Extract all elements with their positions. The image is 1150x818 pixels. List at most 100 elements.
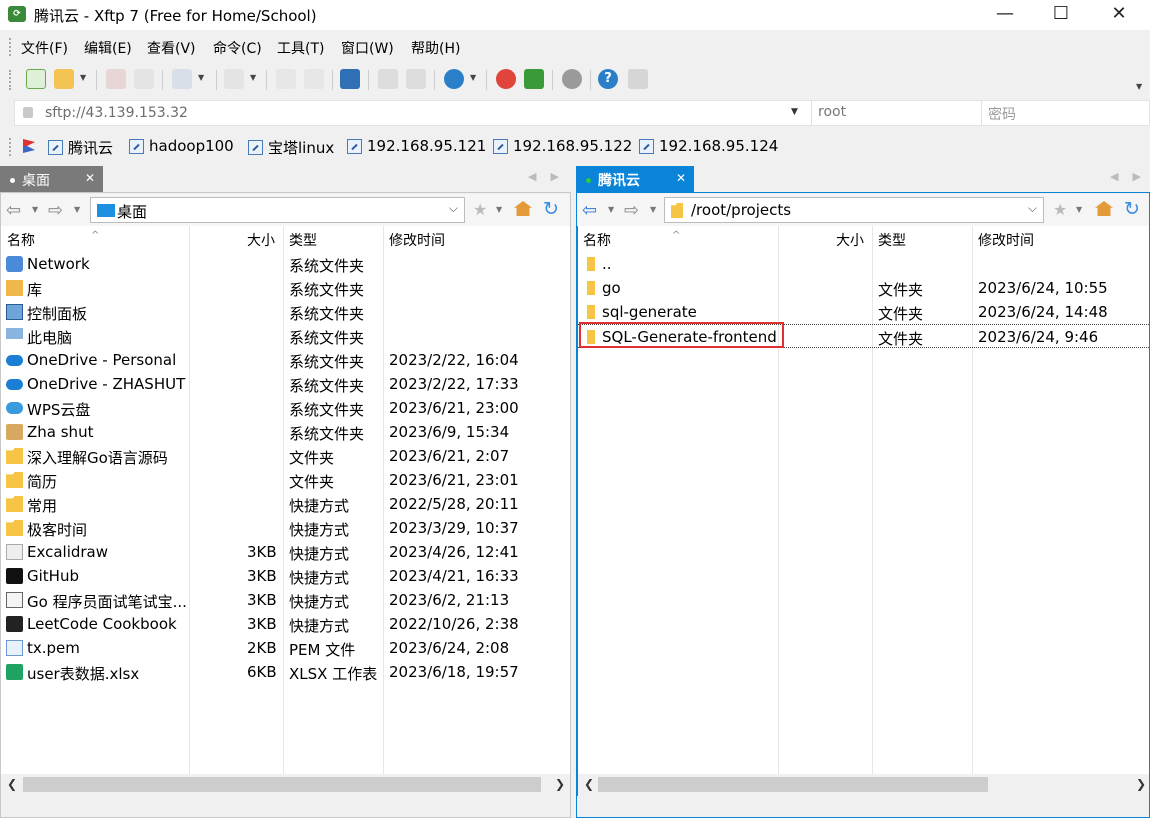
table-row[interactable]: OneDrive - ZHASHUT 系统文件夹 2023/2/22, 17:33 <box>1 372 570 396</box>
gear-icon[interactable] <box>562 69 582 89</box>
home-icon[interactable] <box>1095 201 1113 216</box>
maximize-button[interactable]: ☐ <box>1038 0 1084 30</box>
log-icon[interactable] <box>406 69 426 89</box>
tab-local-desktop[interactable]: 桌面 ✕ <box>0 166 103 192</box>
new-session-icon[interactable] <box>26 69 46 89</box>
table-row[interactable]: OneDrive - Personal 系统文件夹 2023/2/22, 16:04 <box>1 348 570 372</box>
table-row[interactable]: Zha shut 系统文件夹 2023/6/9, 15:34 <box>1 420 570 444</box>
table-row[interactable]: 常用 快捷方式 2022/5/28, 20:11 <box>1 492 570 516</box>
favorite-dropdown-icon[interactable]: ▼ <box>1076 205 1082 214</box>
tab-remote-tencent[interactable]: 腾讯云 ✕ <box>576 166 694 192</box>
col-name-header[interactable]: 名称 <box>583 230 611 250</box>
remote-horizontal-scrollbar[interactable]: ❮ ❯ <box>578 774 1149 796</box>
favorite-star-icon[interactable]: ★ <box>473 200 487 219</box>
table-row[interactable]: 深入理解Go语言源码 文件夹 2023/6/21, 2:07 <box>1 444 570 468</box>
forward-icon[interactable]: ⇨ <box>48 200 63 221</box>
table-row[interactable]: tx.pem 2KB PEM 文件 2023/6/24, 2:08 <box>1 636 570 660</box>
close-tab-icon[interactable]: ✕ <box>676 171 686 185</box>
col-size-header[interactable]: 大小 <box>247 230 275 250</box>
scroll-right-icon[interactable]: ❯ <box>555 777 565 791</box>
globe-icon[interactable] <box>444 69 464 89</box>
local-horizontal-scrollbar[interactable]: ❮ ❯ <box>1 774 570 796</box>
menu-view[interactable]: 查看(V) <box>147 38 196 58</box>
link-192-124[interactable]: 192.168.95.124 <box>639 137 778 155</box>
disconnect-icon[interactable] <box>134 69 154 89</box>
table-row[interactable]: Go 程序员面试笔试宝... 3KB 快捷方式 2023/6/2, 21:13 <box>1 588 570 612</box>
transfer-icon[interactable] <box>340 69 360 89</box>
xftp-sync-icon[interactable] <box>524 69 544 89</box>
col-name-header[interactable]: 名称 <box>7 230 35 250</box>
password-field[interactable]: 密码 <box>981 101 1149 125</box>
properties-dropdown-icon[interactable]: ▼ <box>198 73 204 82</box>
tab-scroll-arrows[interactable]: ◀▶ <box>528 170 573 183</box>
table-row[interactable]: go 文件夹 2023/6/24, 10:55 <box>578 276 1149 300</box>
tab-scroll-arrows[interactable]: ◀▶ <box>1110 170 1150 183</box>
open-dropdown-icon[interactable]: ▼ <box>80 73 86 82</box>
host-input[interactable]: sftp://43.139.153.32 <box>45 105 188 121</box>
table-row[interactable]: Excalidraw 3KB 快捷方式 2023/4/26, 12:41 <box>1 540 570 564</box>
forward-dropdown-icon[interactable]: ▼ <box>74 205 80 214</box>
xshell-icon[interactable] <box>496 69 516 89</box>
refresh-icon[interactable]: ↻ <box>543 198 559 220</box>
scroll-thumb[interactable] <box>23 777 541 792</box>
table-row[interactable]: 极客时间 快捷方式 2023/3/29, 10:37 <box>1 516 570 540</box>
properties-icon[interactable] <box>172 69 192 89</box>
flag-icon[interactable] <box>22 138 36 154</box>
link-192-122[interactable]: 192.168.95.122 <box>493 137 632 155</box>
copy-icon[interactable] <box>276 69 296 89</box>
link-hadoop100[interactable]: hadoop100 <box>129 137 234 155</box>
path-dropdown-icon[interactable]: ⌵ <box>449 201 458 216</box>
table-row[interactable]: GitHub 3KB 快捷方式 2023/4/21, 16:33 <box>1 564 570 588</box>
forward-dropdown-icon[interactable]: ▼ <box>650 205 656 214</box>
refresh-icon[interactable]: ↻ <box>1124 198 1140 220</box>
table-row[interactable]: LeetCode Cookbook 3KB 快捷方式 2022/10/26, 2:38 <box>1 612 570 636</box>
table-row[interactable]: Network 系统文件夹 <box>1 252 570 276</box>
chat-icon[interactable] <box>628 69 648 89</box>
host-dropdown-icon[interactable]: ▼ <box>791 107 798 117</box>
scroll-right-icon[interactable]: ❯ <box>1136 777 1146 791</box>
table-row[interactable]: 库 系统文件夹 <box>1 276 570 300</box>
globe-dropdown-icon[interactable]: ▼ <box>470 73 476 82</box>
local-path-input[interactable]: 桌面 ⌵ <box>90 197 465 223</box>
scroll-thumb[interactable] <box>598 777 988 792</box>
close-tab-icon[interactable]: ✕ <box>85 171 95 185</box>
table-row[interactable]: 控制面板 系统文件夹 <box>1 300 570 324</box>
table-row[interactable]: .. <box>578 252 1149 276</box>
username-field[interactable]: root <box>811 101 979 125</box>
home-icon[interactable] <box>514 201 532 216</box>
table-row[interactable]: sql-generate 文件夹 2023/6/24, 14:48 <box>578 300 1149 324</box>
table-row[interactable]: WPS云盘 系统文件夹 2023/6/21, 23:00 <box>1 396 570 420</box>
scroll-left-icon[interactable]: ❮ <box>584 777 594 791</box>
table-row[interactable]: user表数据.xlsx 6KB XLSX 工作表 2023/6/18, 19:57 <box>1 660 570 684</box>
menu-help[interactable]: 帮助(H) <box>411 38 460 58</box>
favorite-dropdown-icon[interactable]: ▼ <box>496 205 502 214</box>
back-icon[interactable]: ⇦ <box>6 200 21 221</box>
connect-icon[interactable] <box>106 69 126 89</box>
close-button[interactable]: ✕ <box>1096 0 1142 30</box>
link-baota[interactable]: 宝塔linux <box>248 137 334 158</box>
forward-icon[interactable]: ⇨ <box>624 200 639 221</box>
col-type-header[interactable]: 类型 <box>289 230 317 250</box>
col-modified-header[interactable]: 修改时间 <box>978 230 1034 250</box>
paste-icon[interactable] <box>304 69 324 89</box>
remote-path-input[interactable]: /root/projects ⌵ <box>664 197 1044 223</box>
queue-icon[interactable] <box>378 69 398 89</box>
help-icon[interactable]: ? <box>598 69 618 89</box>
toolbar-overflow-icon[interactable]: ▼ <box>1136 82 1142 91</box>
table-row[interactable]: 简历 文件夹 2023/6/21, 23:01 <box>1 468 570 492</box>
back-dropdown-icon[interactable]: ▼ <box>608 205 614 214</box>
menu-file[interactable]: 文件(F) <box>21 38 68 58</box>
terminal-icon[interactable] <box>224 69 244 89</box>
link-tencent[interactable]: 腾讯云 <box>48 137 113 158</box>
back-icon[interactable]: ⇦ <box>582 200 597 221</box>
back-dropdown-icon[interactable]: ▼ <box>32 205 38 214</box>
open-folder-icon[interactable] <box>54 69 74 89</box>
favorite-star-icon[interactable]: ★ <box>1053 200 1067 219</box>
col-size-header[interactable]: 大小 <box>836 230 864 250</box>
menu-edit[interactable]: 编辑(E) <box>84 38 132 58</box>
menu-tools[interactable]: 工具(T) <box>277 38 324 58</box>
col-type-header[interactable]: 类型 <box>878 230 906 250</box>
path-dropdown-icon[interactable]: ⌵ <box>1028 201 1037 216</box>
menu-window[interactable]: 窗口(W) <box>341 38 394 58</box>
scroll-left-icon[interactable]: ❮ <box>7 777 17 791</box>
